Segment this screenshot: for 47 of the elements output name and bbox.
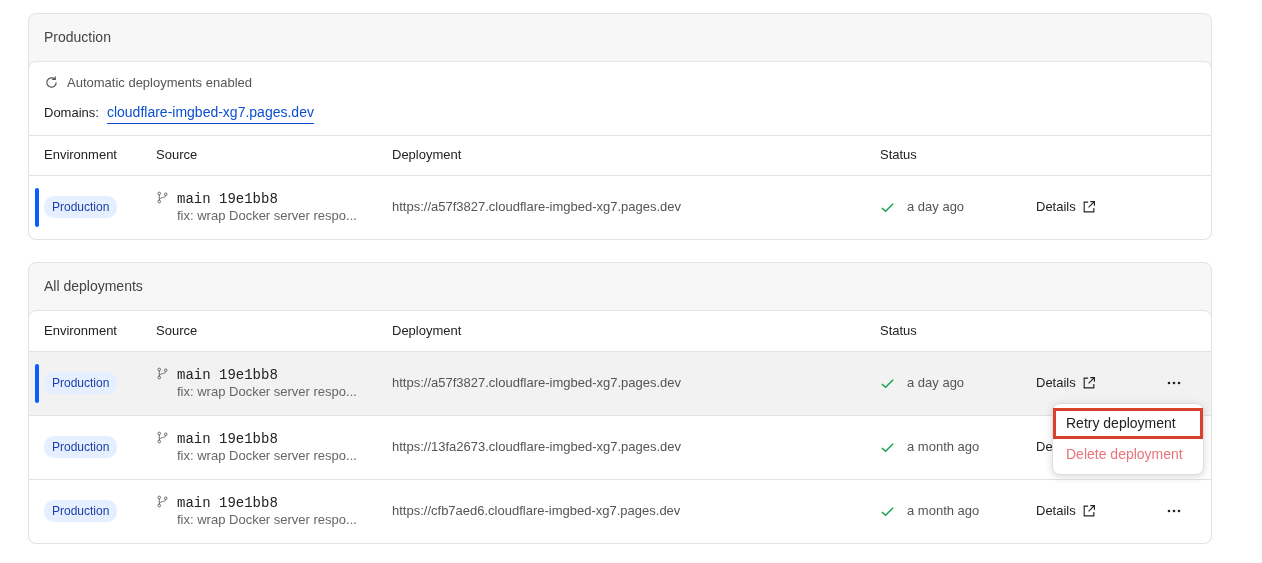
deployment-time: a month ago	[907, 438, 980, 457]
external-link-icon	[1081, 376, 1096, 390]
auto-deploy-status: Automatic deployments enabled	[67, 74, 252, 92]
deployment-time: a day ago	[907, 198, 965, 217]
column-header: Source	[156, 146, 199, 165]
environment-badge: Production	[44, 436, 118, 458]
commit-ref: main 19e1bb8	[177, 430, 279, 448]
commit-ref: main 19e1bb8	[177, 494, 279, 512]
details-link[interactable]: Details	[1036, 373, 1096, 393]
commit-message: fix: wrap Docker server respo...	[177, 383, 357, 400]
branch-icon	[156, 494, 169, 508]
deployment-time: a day ago	[907, 374, 965, 393]
table-row[interactable]: Production main 19e1bb8 fix: wrap Docker server respo... https://cfb7aed6.cloudflare-imgbed-xg7.pages.dev a month ago Details	[29, 478, 1211, 543]
commit-ref: main 19e1bb8	[177, 190, 279, 208]
external-link-icon	[1081, 504, 1096, 518]
details-link[interactable]: De	[1036, 437, 1053, 457]
table-row[interactable]: Production main 19e1bb8 fix: wrap Docker server respo... https://a57f3827.cloudflare-imgbed-xg7.pages.dev a day ago Details	[29, 174, 1211, 239]
column-header: Source	[156, 321, 199, 340]
refresh-icon	[44, 75, 59, 91]
commit-ref: main 19e1bb8	[177, 366, 279, 384]
section-title: All deployments	[43, 276, 144, 296]
commit-message: fix: wrap Docker server respo...	[177, 447, 357, 464]
commit-message: fix: wrap Docker server respo...	[177, 207, 357, 224]
deployment-time: a month ago	[907, 502, 980, 521]
domains-label: Domains:	[44, 103, 99, 122]
environment-badge: Production	[44, 500, 118, 522]
environment-badge: Production	[44, 196, 118, 218]
environment-badge: Production	[44, 372, 118, 394]
column-header: Environment	[44, 321, 118, 340]
deployment-url: https://a57f3827.cloudflare-imgbed-xg7.pages.dev	[392, 198, 683, 217]
column-header: Status	[880, 321, 918, 340]
column-header: Deployment	[392, 321, 463, 340]
details-link[interactable]: Details	[1036, 197, 1096, 217]
branch-icon	[156, 366, 169, 380]
column-header: Environment	[44, 146, 118, 165]
deployment-url: https://13fa2673.cloudflare-imgbed-xg7.pages.dev	[392, 438, 683, 457]
details-link[interactable]: Details	[1036, 501, 1096, 521]
branch-icon	[156, 190, 169, 204]
branch-icon	[156, 430, 169, 444]
domain-link[interactable]: cloudflare-imgbed-xg7.pages.dev	[106, 101, 314, 124]
column-header: Deployment	[392, 146, 463, 165]
section-title: Production	[43, 28, 112, 47]
external-link-icon	[1081, 200, 1096, 214]
deployment-url: https://a57f3827.cloudflare-imgbed-xg7.pages.dev	[392, 374, 683, 393]
commit-message: fix: wrap Docker server respo...	[177, 511, 357, 528]
column-header: Status	[880, 146, 918, 165]
deployment-url: https://cfb7aed6.cloudflare-imgbed-xg7.pages.dev	[392, 502, 682, 521]
